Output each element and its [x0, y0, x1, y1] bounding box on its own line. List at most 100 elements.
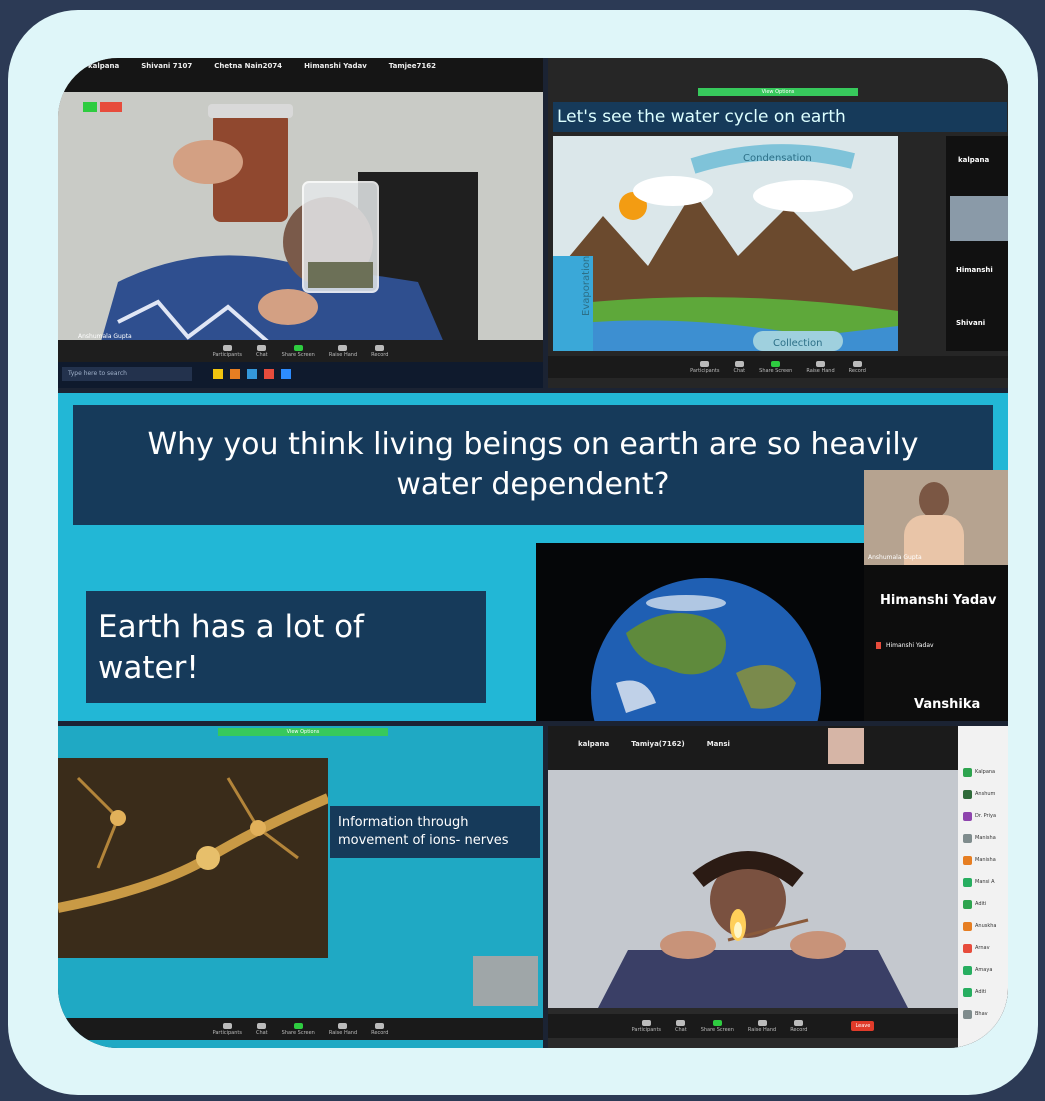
record-button[interactable]: Record: [849, 360, 866, 374]
participant-avatar-icon: [963, 987, 972, 997]
participant-name: Tamiya(7162): [631, 740, 685, 748]
participant-list-name: Manisha: [975, 835, 996, 841]
participant-list-item[interactable]: Amaya: [963, 964, 992, 976]
participant-list-item[interactable]: Kalpana: [963, 766, 995, 778]
share-screen-button[interactable]: Share Screen: [759, 360, 792, 374]
water-cycle-illustration: Condensation Evaporation Collection: [553, 136, 898, 351]
taskbar-app-icon[interactable]: [213, 369, 223, 379]
participant-name: kalpana: [578, 740, 610, 748]
record-button[interactable]: Record: [790, 1019, 807, 1033]
participant-list-item[interactable]: Aditi: [963, 898, 986, 910]
participant-list-item[interactable]: Bhav: [963, 1008, 988, 1020]
chat-button[interactable]: Chat: [733, 360, 745, 374]
participant-list-item[interactable]: Arnav: [963, 942, 990, 954]
participants-button[interactable]: Participants: [213, 344, 242, 358]
presenter-label: Anshumala Gupta: [868, 554, 922, 561]
participant-list-item[interactable]: Dr. Priya: [963, 810, 996, 822]
participant-avatar-icon: [963, 789, 972, 799]
participant-list-name: Anshum: [975, 791, 996, 797]
screenshot-collage: kalpana Shivani 7107 Chetna Nain2074 Him…: [58, 58, 1008, 1048]
view-options-banner[interactable]: View Options: [698, 88, 858, 96]
chat-button[interactable]: Chat: [256, 344, 268, 358]
participants-button[interactable]: Participants: [632, 1019, 661, 1033]
participant-list-name: Amaya: [975, 967, 993, 973]
meeting-controls: Participants Chat Share Screen Raise Han…: [548, 1014, 958, 1038]
participant-list-name: Manisha: [975, 857, 996, 863]
taskbar-app-icon[interactable]: [264, 369, 274, 379]
share-screen-button[interactable]: Share Screen: [282, 1022, 315, 1036]
presenter-thumbnail: [473, 956, 538, 1006]
participant-list-name: Dr. Priya: [975, 813, 997, 819]
record-button[interactable]: Record: [371, 344, 388, 358]
participants-panel: Kalpana Anshum Dr. Priya Manisha Manisha Mans…: [958, 726, 1008, 1048]
participant-list-item[interactable]: Anshum: [963, 788, 995, 800]
taskbar-app-icon[interactable]: [281, 369, 291, 379]
participant-list-name: Kalpana: [975, 769, 996, 775]
taskbar-app-icon[interactable]: [247, 369, 257, 379]
panel-match-demo: kalpana Tamiya(7162) Mansi Kalpana Anshum…: [548, 726, 1008, 1048]
taskbar-search-input[interactable]: Type here to search: [62, 367, 192, 381]
condensation-label: Condensation: [743, 153, 812, 164]
panel-water-cycle: View Options Let's see the water cycle o…: [548, 58, 1008, 388]
participant-list-item[interactable]: Anuskha: [963, 920, 997, 932]
participant-list-item[interactable]: Mansi A: [963, 876, 995, 888]
participants-button[interactable]: Participants: [213, 1022, 242, 1036]
participant-avatar-icon: [963, 1009, 972, 1019]
participant-strip: kalpana Shivani 7107 Chetna Nain2074 Him…: [58, 58, 543, 92]
chat-button[interactable]: Chat: [256, 1022, 268, 1036]
record-button[interactable]: Record: [371, 1022, 388, 1036]
participant-sidebar: Himanshi Yadav Himanshi Yadav Vanshika: [864, 565, 1008, 721]
taskbar-app-icon[interactable]: [230, 369, 240, 379]
chat-button[interactable]: Chat: [675, 1019, 687, 1033]
participant-name: Himanshi: [956, 266, 993, 274]
share-screen-button[interactable]: Share Screen: [701, 1019, 734, 1033]
participant-list-name: Mansi A: [975, 879, 995, 885]
jar-demo-video: [58, 92, 543, 352]
participant-list-name: Anuskha: [975, 923, 997, 929]
participant-avatar-icon: [963, 877, 972, 887]
participant-avatar-icon: [963, 767, 972, 777]
speaker-label: Anshumala Gupta: [78, 333, 132, 340]
collection-label: Collection: [773, 338, 822, 349]
meeting-controls: Participants Chat Share Screen Raise Han…: [58, 340, 543, 362]
question-banner: Why you think living beings on earth are…: [73, 405, 993, 525]
participant-avatar-icon: [963, 833, 972, 843]
participant-name: kalpana: [88, 62, 120, 70]
question-text: Why you think living beings on earth are…: [147, 427, 919, 502]
answer-text: Earth has a lot of water!: [98, 609, 364, 686]
participants-button[interactable]: Participants: [690, 360, 719, 374]
participant-name: Shivani 7107: [141, 62, 193, 70]
raise-hand-button[interactable]: Raise Hand: [748, 1019, 776, 1033]
participant-name: Shivani: [956, 319, 986, 327]
raise-hand-button[interactable]: Raise Hand: [329, 1022, 357, 1036]
participant-list-item[interactable]: Manisha: [963, 832, 996, 844]
participant-avatar-icon: [963, 855, 972, 865]
participant-avatar-icon: [963, 943, 972, 953]
meeting-controls: Participants Chat Share Screen Raise Han…: [58, 1018, 543, 1040]
raise-hand-button[interactable]: Raise Hand: [329, 344, 357, 358]
participant-list-item[interactable]: Aditi: [963, 986, 986, 998]
participant-list-item[interactable]: Manisha: [963, 854, 996, 866]
participant-avatar-icon: [963, 899, 972, 909]
participant-name: Tamjee7162: [388, 62, 437, 70]
presenter-video: Anshumala Gupta: [864, 470, 1008, 565]
caption-text: Information through movement of ions- ne…: [338, 815, 509, 848]
participant-name: Mansi: [706, 740, 730, 748]
share-screen-button[interactable]: Share Screen: [282, 344, 315, 358]
panel-earth-slide: Why you think living beings on earth are…: [58, 393, 1008, 721]
panel-jar-demo: kalpana Shivani 7107 Chetna Nain2074 Him…: [58, 58, 543, 388]
view-options-banner[interactable]: View Options: [218, 728, 388, 736]
panel-nerves-slide: View Options Information through movemen…: [58, 726, 543, 1048]
match-demo-video: [548, 770, 958, 1008]
participant-sidebar: kalpana Himanshi Shivani: [946, 136, 1008, 351]
participant-avatar-icon: [963, 811, 972, 821]
muted-icon: [876, 642, 881, 649]
leave-button[interactable]: Leave: [851, 1021, 875, 1031]
participant-list-name: Arnav: [975, 945, 990, 951]
participant-name: Himanshi Yadav: [880, 593, 997, 608]
windows-taskbar: Type here to search: [58, 362, 543, 388]
participant-name: kalpana: [958, 156, 990, 164]
raise-hand-button[interactable]: Raise Hand: [806, 360, 835, 374]
participant-avatar-icon: [963, 965, 972, 975]
participant-video: [950, 196, 1008, 241]
